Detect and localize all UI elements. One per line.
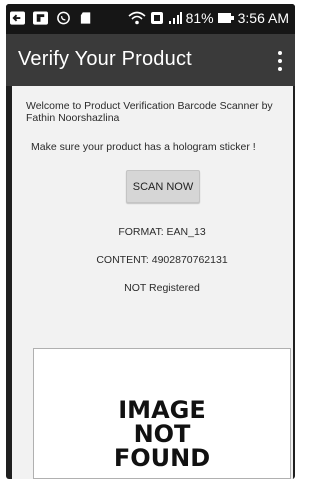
status-bar: 81% 3:56 AM bbox=[6, 4, 295, 34]
overflow-menu-icon[interactable] bbox=[275, 49, 285, 73]
battery-percent: 81% bbox=[185, 10, 214, 26]
flipboard-icon bbox=[33, 11, 48, 25]
format-text: FORMAT: EAN_13 bbox=[118, 226, 206, 238]
sd-card-icon bbox=[80, 12, 91, 24]
registration-status: NOT Registered bbox=[124, 282, 200, 294]
content-text: CONTENT: 4902870762131 bbox=[96, 254, 228, 266]
welcome-text: Welcome to Product Verification Barcode … bbox=[26, 100, 273, 124]
page-title: Verify Your Product bbox=[18, 48, 192, 70]
notification-icons bbox=[10, 11, 94, 25]
phone-screen: 81% 3:56 AM Verify Your Product Welcome … bbox=[6, 4, 295, 479]
app-bar: Verify Your Product bbox=[6, 34, 295, 86]
signal-icon bbox=[168, 12, 182, 24]
hologram-hint: Make sure your product has a hologram st… bbox=[31, 141, 256, 153]
system-status: 81% 3:56 AM bbox=[128, 10, 289, 26]
whatsapp-icon bbox=[57, 11, 70, 25]
battery-icon bbox=[217, 13, 234, 23]
wifi-icon bbox=[128, 11, 146, 25]
data-saver-icon bbox=[150, 12, 163, 24]
main-content: Welcome to Product Verification Barcode … bbox=[12, 86, 293, 479]
clock: 3:56 AM bbox=[237, 10, 289, 26]
back-arrow-icon bbox=[10, 11, 25, 25]
product-image: IMAGE NOT FOUND bbox=[33, 348, 291, 479]
scan-now-button[interactable]: SCAN NOW bbox=[126, 170, 200, 203]
image-not-found-line3: FOUND bbox=[113, 444, 211, 472]
